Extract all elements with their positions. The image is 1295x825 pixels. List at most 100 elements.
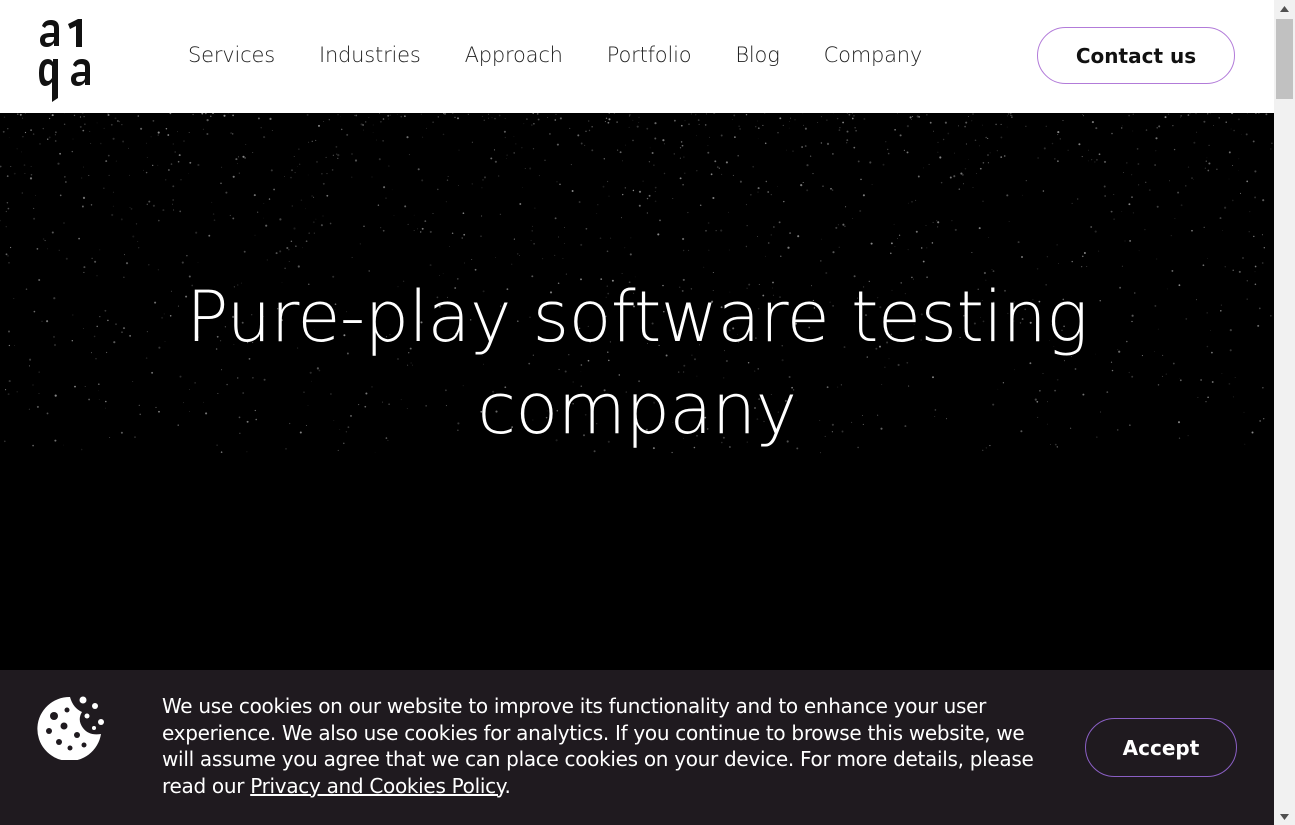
star <box>461 237 463 239</box>
star <box>481 187 483 189</box>
star <box>989 152 991 154</box>
star <box>684 172 686 174</box>
scrollbar-thumb[interactable] <box>1276 19 1293 99</box>
star <box>1187 114 1190 116</box>
star <box>707 145 709 147</box>
star <box>51 114 54 117</box>
page-scrollbar[interactable] <box>1274 0 1295 825</box>
star <box>48 117 51 120</box>
scroll-up-arrow-icon[interactable] <box>1274 0 1295 17</box>
star <box>307 174 309 176</box>
star <box>765 180 768 183</box>
star <box>1123 172 1124 173</box>
site-header: Services Industries Approach Portfolio B… <box>0 0 1274 113</box>
star <box>58 249 60 251</box>
star <box>165 179 167 181</box>
star <box>245 143 247 146</box>
star <box>108 174 110 176</box>
star <box>608 113 610 114</box>
star <box>1094 161 1096 163</box>
star <box>311 195 313 197</box>
star <box>315 160 319 163</box>
star <box>1232 165 1234 167</box>
star <box>297 166 299 167</box>
a1qa-logo[interactable] <box>38 16 96 102</box>
star <box>940 181 943 184</box>
star <box>82 129 85 132</box>
star <box>90 204 93 206</box>
star <box>1082 255 1084 258</box>
nav-industries[interactable]: Industries <box>319 40 421 70</box>
star <box>294 172 296 174</box>
star <box>204 113 207 115</box>
star <box>657 233 660 236</box>
scroll-down-arrow-icon[interactable] <box>1274 808 1295 825</box>
star <box>371 176 373 178</box>
star <box>1170 235 1172 237</box>
star <box>636 125 639 128</box>
star <box>19 113 22 116</box>
star <box>974 139 977 141</box>
star <box>107 154 110 157</box>
star <box>680 141 683 143</box>
star <box>709 136 710 138</box>
star <box>523 123 525 125</box>
star <box>1071 260 1073 263</box>
nav-company[interactable]: Company <box>824 40 923 70</box>
star <box>7 255 9 257</box>
star <box>42 238 45 240</box>
star <box>1189 113 1191 114</box>
star <box>422 136 424 138</box>
star <box>929 121 932 124</box>
accept-cookies-button[interactable]: Accept <box>1085 718 1237 777</box>
star <box>1231 113 1234 115</box>
star <box>903 149 906 151</box>
star <box>488 113 490 115</box>
star <box>320 224 323 227</box>
star <box>232 175 235 178</box>
nav-portfolio[interactable]: Portfolio <box>607 40 692 70</box>
star <box>0 219 1 222</box>
star <box>232 217 235 220</box>
nav-blog[interactable]: Blog <box>735 40 779 70</box>
star <box>732 174 734 176</box>
star <box>408 154 410 156</box>
star <box>622 193 624 196</box>
star <box>442 133 445 136</box>
star <box>169 113 172 115</box>
star <box>713 113 716 115</box>
star <box>802 181 804 184</box>
star <box>648 161 651 163</box>
star <box>463 233 466 236</box>
star <box>928 163 930 165</box>
star <box>1224 206 1227 209</box>
star <box>531 124 533 126</box>
star <box>494 117 496 120</box>
nav-approach[interactable]: Approach <box>465 40 563 70</box>
star <box>94 260 97 263</box>
star <box>632 119 634 121</box>
star <box>812 173 814 175</box>
star <box>782 124 784 126</box>
privacy-policy-link[interactable]: Privacy and Cookies Policy <box>250 774 505 798</box>
star <box>1137 163 1140 165</box>
star <box>378 158 381 161</box>
star <box>290 240 293 242</box>
nav-services[interactable]: Services <box>188 40 275 70</box>
star <box>960 172 963 175</box>
star <box>1145 181 1147 183</box>
star <box>302 247 303 249</box>
star <box>443 113 447 115</box>
star <box>926 247 928 249</box>
star <box>1062 120 1064 121</box>
star <box>1191 177 1193 179</box>
contact-us-button[interactable]: Contact us <box>1037 27 1235 84</box>
star <box>299 163 301 165</box>
star <box>1098 153 1101 156</box>
star <box>1095 158 1098 161</box>
star <box>852 218 854 219</box>
star <box>471 183 474 185</box>
star <box>79 125 82 128</box>
star <box>663 172 666 175</box>
star <box>424 220 427 222</box>
